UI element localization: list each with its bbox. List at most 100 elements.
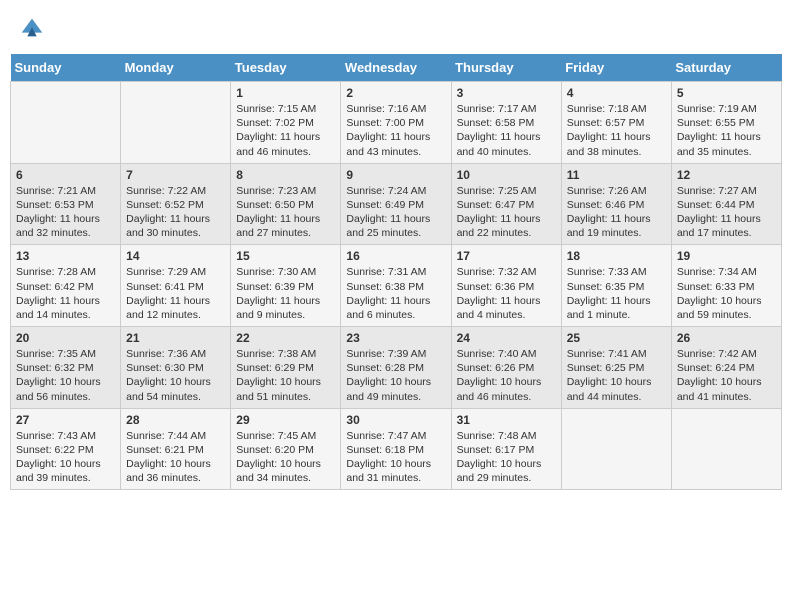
day-number: 1	[236, 86, 335, 100]
cell-text: Sunrise: 7:41 AM Sunset: 6:25 PM Dayligh…	[567, 347, 666, 404]
cell-text: Sunrise: 7:32 AM Sunset: 6:36 PM Dayligh…	[457, 265, 556, 322]
calendar-table: SundayMondayTuesdayWednesdayThursdayFrid…	[10, 54, 782, 490]
cell-text: Sunrise: 7:17 AM Sunset: 6:58 PM Dayligh…	[457, 102, 556, 159]
calendar-cell: 4 Sunrise: 7:18 AM Sunset: 6:57 PM Daylig…	[561, 82, 671, 164]
calendar-cell: 12 Sunrise: 7:27 AM Sunset: 6:44 PM Dayli…	[671, 163, 781, 245]
calendar-cell: 16Sunrise: 7:31 AM Sunset: 6:38 PM Dayli…	[341, 245, 451, 327]
cell-text: Sunrise: 7:40 AM Sunset: 6:26 PM Dayligh…	[457, 347, 556, 404]
calendar-cell: 2 Sunrise: 7:16 AM Sunset: 7:00 PM Daylig…	[341, 82, 451, 164]
calendar-cell	[671, 408, 781, 490]
day-number: 22	[236, 331, 335, 345]
cell-text: Sunrise: 7:36 AM Sunset: 6:30 PM Dayligh…	[126, 347, 225, 404]
day-number: 18	[567, 249, 666, 263]
day-number: 12	[677, 168, 776, 182]
calendar-cell: 8 Sunrise: 7:23 AM Sunset: 6:50 PM Daylig…	[231, 163, 341, 245]
calendar-cell: 28 Sunrise: 7:44 AM Sunset: 6:21 PM Dayli…	[121, 408, 231, 490]
calendar-cell	[121, 82, 231, 164]
calendar-cell: 7Sunrise: 7:22 AM Sunset: 6:52 PM Daylig…	[121, 163, 231, 245]
day-number: 27	[16, 413, 115, 427]
calendar-week-row: 1Sunrise: 7:15 AM Sunset: 7:02 PM Daylig…	[11, 82, 782, 164]
calendar-cell: 18 Sunrise: 7:33 AM Sunset: 6:35 PM Dayli…	[561, 245, 671, 327]
logo-icon	[18, 14, 46, 42]
day-number: 5	[677, 86, 776, 100]
cell-text: Sunrise: 7:44 AM Sunset: 6:21 PM Dayligh…	[126, 429, 225, 486]
calendar-cell: 20 Sunrise: 7:35 AM Sunset: 6:32 PM Dayli…	[11, 327, 121, 409]
day-number: 28	[126, 413, 225, 427]
calendar-cell	[11, 82, 121, 164]
cell-text: Sunrise: 7:30 AM Sunset: 6:39 PM Dayligh…	[236, 265, 335, 322]
cell-text: Sunrise: 7:35 AM Sunset: 6:32 PM Dayligh…	[16, 347, 115, 404]
cell-text: Sunrise: 7:18 AM Sunset: 6:57 PM Dayligh…	[567, 102, 666, 159]
weekday-header: Monday	[121, 54, 231, 82]
weekday-header: Friday	[561, 54, 671, 82]
day-number: 9	[346, 168, 445, 182]
weekday-header: Wednesday	[341, 54, 451, 82]
calendar-cell	[561, 408, 671, 490]
day-number: 13	[16, 249, 115, 263]
cell-text: Sunrise: 7:39 AM Sunset: 6:28 PM Dayligh…	[346, 347, 445, 404]
calendar-body: 1Sunrise: 7:15 AM Sunset: 7:02 PM Daylig…	[11, 82, 782, 490]
calendar-cell: 17 Sunrise: 7:32 AM Sunset: 6:36 PM Dayli…	[451, 245, 561, 327]
calendar-cell: 30 Sunrise: 7:47 AM Sunset: 6:18 PM Dayli…	[341, 408, 451, 490]
calendar-cell: 3 Sunrise: 7:17 AM Sunset: 6:58 PM Daylig…	[451, 82, 561, 164]
cell-text: Sunrise: 7:33 AM Sunset: 6:35 PM Dayligh…	[567, 265, 666, 322]
day-number: 21	[126, 331, 225, 345]
day-number: 2	[346, 86, 445, 100]
calendar-cell: 31 Sunrise: 7:48 AM Sunset: 6:17 PM Dayli…	[451, 408, 561, 490]
calendar-week-row: 13 Sunrise: 7:28 AM Sunset: 6:42 PM Dayli…	[11, 245, 782, 327]
cell-text: Sunrise: 7:29 AM Sunset: 6:41 PM Dayligh…	[126, 265, 225, 322]
day-number: 6	[16, 168, 115, 182]
calendar-cell: 22 Sunrise: 7:38 AM Sunset: 6:29 PM Dayli…	[231, 327, 341, 409]
day-number: 23	[346, 331, 445, 345]
cell-text: Sunrise: 7:23 AM Sunset: 6:50 PM Dayligh…	[236, 184, 335, 241]
day-number: 8	[236, 168, 335, 182]
day-number: 29	[236, 413, 335, 427]
calendar-cell: 10 Sunrise: 7:25 AM Sunset: 6:47 PM Dayli…	[451, 163, 561, 245]
calendar-cell: 21 Sunrise: 7:36 AM Sunset: 6:30 PM Dayli…	[121, 327, 231, 409]
cell-text: Sunrise: 7:25 AM Sunset: 6:47 PM Dayligh…	[457, 184, 556, 241]
day-number: 14	[126, 249, 225, 263]
calendar-cell: 15Sunrise: 7:30 AM Sunset: 6:39 PM Dayli…	[231, 245, 341, 327]
calendar-cell: 14 Sunrise: 7:29 AM Sunset: 6:41 PM Dayli…	[121, 245, 231, 327]
calendar-cell: 11Sunrise: 7:26 AM Sunset: 6:46 PM Dayli…	[561, 163, 671, 245]
cell-text: Sunrise: 7:28 AM Sunset: 6:42 PM Dayligh…	[16, 265, 115, 322]
calendar-cell: 13 Sunrise: 7:28 AM Sunset: 6:42 PM Dayli…	[11, 245, 121, 327]
calendar-cell: 9Sunrise: 7:24 AM Sunset: 6:49 PM Daylig…	[341, 163, 451, 245]
calendar-cell: 1Sunrise: 7:15 AM Sunset: 7:02 PM Daylig…	[231, 82, 341, 164]
cell-text: Sunrise: 7:48 AM Sunset: 6:17 PM Dayligh…	[457, 429, 556, 486]
calendar-week-row: 6 Sunrise: 7:21 AM Sunset: 6:53 PM Daylig…	[11, 163, 782, 245]
day-number: 19	[677, 249, 776, 263]
day-number: 24	[457, 331, 556, 345]
day-number: 25	[567, 331, 666, 345]
cell-text: Sunrise: 7:21 AM Sunset: 6:53 PM Dayligh…	[16, 184, 115, 241]
day-number: 20	[16, 331, 115, 345]
cell-text: Sunrise: 7:47 AM Sunset: 6:18 PM Dayligh…	[346, 429, 445, 486]
cell-text: Sunrise: 7:38 AM Sunset: 6:29 PM Dayligh…	[236, 347, 335, 404]
calendar-cell: 27 Sunrise: 7:43 AM Sunset: 6:22 PM Dayli…	[11, 408, 121, 490]
cell-text: Sunrise: 7:43 AM Sunset: 6:22 PM Dayligh…	[16, 429, 115, 486]
day-number: 3	[457, 86, 556, 100]
cell-text: Sunrise: 7:19 AM Sunset: 6:55 PM Dayligh…	[677, 102, 776, 159]
cell-text: Sunrise: 7:22 AM Sunset: 6:52 PM Dayligh…	[126, 184, 225, 241]
calendar-cell: 5 Sunrise: 7:19 AM Sunset: 6:55 PM Daylig…	[671, 82, 781, 164]
day-number: 10	[457, 168, 556, 182]
day-number: 31	[457, 413, 556, 427]
day-number: 4	[567, 86, 666, 100]
weekday-header: Saturday	[671, 54, 781, 82]
day-number: 11	[567, 168, 666, 182]
day-number: 16	[346, 249, 445, 263]
calendar-cell: 23 Sunrise: 7:39 AM Sunset: 6:28 PM Dayli…	[341, 327, 451, 409]
calendar-cell: 19 Sunrise: 7:34 AM Sunset: 6:33 PM Dayli…	[671, 245, 781, 327]
cell-text: Sunrise: 7:34 AM Sunset: 6:33 PM Dayligh…	[677, 265, 776, 322]
calendar-cell: 26Sunrise: 7:42 AM Sunset: 6:24 PM Dayli…	[671, 327, 781, 409]
day-number: 26	[677, 331, 776, 345]
cell-text: Sunrise: 7:16 AM Sunset: 7:00 PM Dayligh…	[346, 102, 445, 159]
weekday-header: Sunday	[11, 54, 121, 82]
day-number: 30	[346, 413, 445, 427]
cell-text: Sunrise: 7:27 AM Sunset: 6:44 PM Dayligh…	[677, 184, 776, 241]
page-header	[10, 10, 782, 46]
weekday-header: Thursday	[451, 54, 561, 82]
day-number: 17	[457, 249, 556, 263]
calendar-cell: 24 Sunrise: 7:40 AM Sunset: 6:26 PM Dayli…	[451, 327, 561, 409]
cell-text: Sunrise: 7:45 AM Sunset: 6:20 PM Dayligh…	[236, 429, 335, 486]
